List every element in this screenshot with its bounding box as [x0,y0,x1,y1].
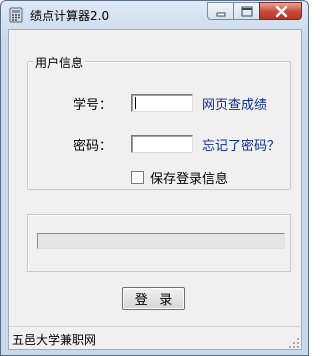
title-bar[interactable]: 绩点计算器2.0 [1,1,308,29]
close-button[interactable] [259,2,302,20]
client-area: 用户信息 学号： 网页查成绩 密码： 忘记了密码？ 保存登录信息 登 录 五邑大… [8,29,302,350]
remember-login-row[interactable]: 保存登录信息 [131,168,228,187]
forgot-password-link[interactable]: 忘记了密码？ [202,135,280,154]
resize-grip-icon[interactable] [288,337,300,349]
student-id-field[interactable] [131,94,193,112]
progress-bar [37,233,285,249]
close-icon [275,5,288,18]
maximize-icon [241,6,253,17]
status-bar-text: 五邑大学兼职网 [12,333,97,347]
text-caret [135,97,136,109]
status-bar: 五邑大学兼职网 [9,326,301,350]
window-title: 绩点计算器2.0 [30,9,110,23]
web-query-grades-link[interactable]: 网页查成绩 [202,94,267,113]
progress-panel [27,214,291,272]
maximize-button[interactable] [233,2,259,20]
login-button[interactable]: 登 录 [122,287,185,310]
minimize-icon [216,12,226,17]
student-id-input[interactable] [133,96,191,110]
remember-login-checkbox[interactable] [131,171,144,184]
user-info-group-label: 用户信息 [33,54,86,71]
password-input[interactable] [133,137,191,151]
caption-buttons [207,2,302,20]
remember-login-label[interactable]: 保存登录信息 [150,168,228,187]
calculator-app-icon[interactable] [8,7,24,23]
minimize-button[interactable] [207,2,233,20]
password-field[interactable] [131,135,193,153]
password-label: 密码： [73,139,113,154]
student-id-label: 学号： [73,98,113,113]
app-window: 绩点计算器2.0 用户信息 学号： 网页查成绩 密码： 忘记了密码？ 保存登录信… [0,0,309,356]
